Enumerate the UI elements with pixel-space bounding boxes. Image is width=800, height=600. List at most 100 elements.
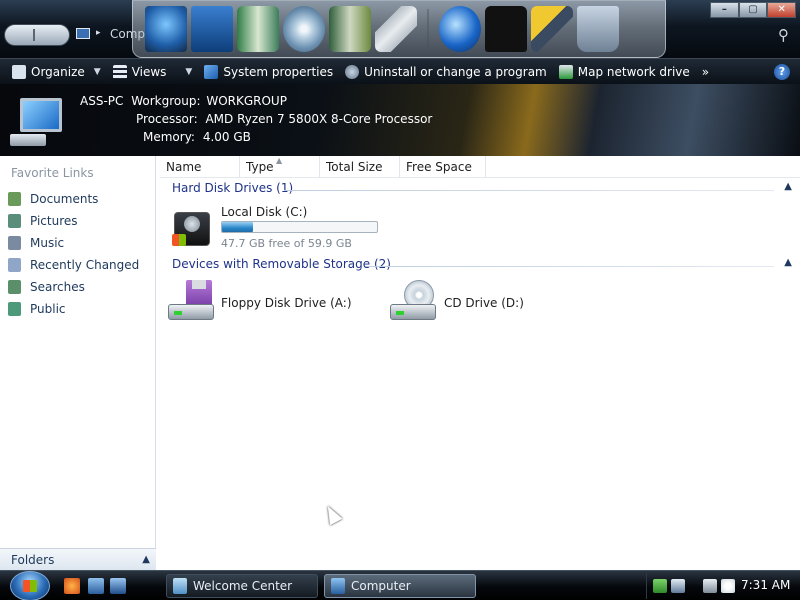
search-icon[interactable]: ⚲ (778, 26, 789, 44)
display-icon[interactable] (703, 579, 717, 593)
close-button[interactable]: ✕ (767, 2, 797, 18)
drive-item-cd[interactable]: CD Drive (D:) (390, 280, 570, 326)
start-button[interactable] (10, 571, 50, 600)
drive-usage-bar (221, 221, 378, 233)
task-label: Welcome Center (193, 579, 293, 593)
music-icon (8, 236, 21, 250)
sidebar-item-label: Pictures (30, 214, 78, 228)
window-controls: – ▢ ✕ (710, 2, 797, 20)
switch-windows-icon[interactable] (110, 578, 126, 594)
taskbar-button-welcome-center[interactable]: Welcome Center (166, 574, 318, 598)
drive-item-floppy[interactable]: Floppy Disk Drive (A:) (168, 280, 368, 326)
sidebar-item-documents[interactable]: Documents (6, 188, 152, 210)
tools-icon[interactable] (531, 6, 573, 52)
network-icon[interactable] (671, 579, 685, 593)
folders-label: Folders (11, 553, 55, 567)
sidebar-item-label: Public (30, 302, 66, 316)
column-header-free-space[interactable]: Free Space (400, 156, 486, 178)
volume-muted-icon[interactable] (721, 579, 735, 593)
workgroup-value: WORKGROUP (206, 94, 287, 108)
show-desktop-icon[interactable] (88, 578, 104, 594)
documents-icon (8, 192, 21, 206)
chevron-down-icon: ▼ (93, 66, 101, 77)
sort-ascending-icon: ▲ (276, 156, 283, 165)
drive-name: Floppy Disk Drive (A:) (221, 296, 352, 310)
memory-label: Memory: (143, 130, 195, 144)
welcome-center-icon (173, 578, 187, 594)
views-icon (112, 64, 127, 79)
group-title: Hard Disk Drives (1) (172, 181, 294, 195)
drive-item-local-disk[interactable]: Local Disk (C:) 47.7 GB free of 59.9 GB (170, 204, 400, 250)
sidebar-item-label: Recently Changed (30, 258, 140, 272)
favorite-links-heading: Favorite Links (11, 166, 94, 180)
column-header-name[interactable]: Name (160, 156, 240, 178)
organize-button[interactable]: Organize ▼ (6, 60, 107, 84)
navigation-pane: Favorite Links Documents Pictures Music … (0, 156, 156, 570)
system-properties-button[interactable]: System properties (198, 60, 339, 84)
sidebar-item-label: Documents (30, 192, 99, 206)
breadcrumb-arrow-icon[interactable]: ▸ (96, 28, 101, 38)
system-properties-label: System properties (223, 64, 334, 79)
floppy-drive-icon (168, 280, 216, 322)
sidebar-item-label: Searches (30, 280, 85, 294)
details-pane: ASS-PC Workgroup: WORKGROUP Processor: A… (0, 84, 800, 156)
system-properties-icon (204, 64, 219, 79)
computer-icon (6, 98, 62, 148)
organize-icon (12, 64, 26, 79)
security-icon[interactable] (653, 579, 667, 593)
more-commands-button[interactable]: » (696, 60, 715, 84)
column-header-type[interactable]: ▲ Type (240, 156, 320, 178)
sidebar-item-pictures[interactable]: Pictures (6, 210, 152, 232)
book-icon[interactable] (237, 6, 279, 52)
pictures-icon (8, 214, 21, 228)
minimize-button[interactable]: – (710, 2, 739, 18)
column-header-total-size[interactable]: Total Size (320, 156, 400, 178)
sidebar-item-searches[interactable]: Searches (6, 276, 152, 298)
sidebar-item-music[interactable]: Music (6, 232, 152, 254)
drive-free-space: 47.7 GB free of 59.9 GB (221, 237, 352, 250)
command-bar: Organize ▼ Views ▼ System properties Uni… (0, 58, 800, 84)
shirt-icon[interactable] (485, 6, 527, 52)
processor-label: Processor: (136, 112, 198, 126)
hard-disk-icon (170, 206, 212, 248)
back-forward-buttons[interactable] (4, 24, 70, 46)
views-button[interactable]: Views ▼ (107, 60, 199, 84)
firefox-icon[interactable] (64, 578, 80, 594)
book-icon[interactable] (329, 6, 371, 52)
chevron-down-icon: ▼ (185, 66, 193, 77)
map-drive-label: Map network drive (577, 64, 690, 79)
maximize-button[interactable]: ▢ (738, 2, 768, 18)
sidebar-item-recently-changed[interactable]: Recently Changed (6, 254, 152, 276)
recycle-bin-icon[interactable] (577, 6, 619, 52)
computer-icon (331, 578, 345, 594)
help-icon[interactable]: ? (774, 64, 790, 80)
group-header-removable[interactable]: Devices with Removable Storage (2) ▲ (160, 257, 800, 275)
map-network-drive-button[interactable]: Map network drive (553, 60, 696, 84)
public-icon (8, 302, 21, 316)
sidebar-item-public[interactable]: Public (6, 298, 152, 320)
taskbar: Welcome Center Computer 7:31 AM (0, 570, 800, 600)
group-header-hard-disks[interactable]: Hard Disk Drives (1) ▲ (160, 181, 800, 199)
uninstall-program-button[interactable]: Uninstall or change a program (339, 60, 553, 84)
dock-separator (427, 9, 429, 49)
clock[interactable]: 7:31 AM (741, 578, 790, 592)
sidebar-item-label: Music (30, 236, 65, 250)
globe-icon[interactable] (439, 6, 481, 52)
cd-drive-icon (390, 280, 438, 322)
windows-logo-icon (23, 580, 37, 592)
favorite-links-list: Documents Pictures Music Recently Change… (6, 188, 152, 320)
group-divider (366, 266, 774, 267)
network-drive-icon (558, 64, 573, 79)
monitor-icon[interactable] (145, 6, 187, 52)
memory-row: Memory: 4.00 GB (143, 130, 251, 144)
computer-name: ASS-PC (80, 94, 124, 108)
drive-name: CD Drive (D:) (444, 296, 524, 310)
tools-icon[interactable] (375, 6, 417, 52)
cd-icon[interactable] (283, 6, 325, 52)
column-header-type-label: Type (246, 160, 274, 174)
screen-icon[interactable] (191, 6, 233, 52)
taskbar-button-computer[interactable]: Computer (324, 574, 476, 598)
memory-value: 4.00 GB (202, 130, 251, 144)
folders-toggle[interactable]: Folders ▲ (0, 548, 156, 570)
computer-location-icon (76, 28, 90, 39)
